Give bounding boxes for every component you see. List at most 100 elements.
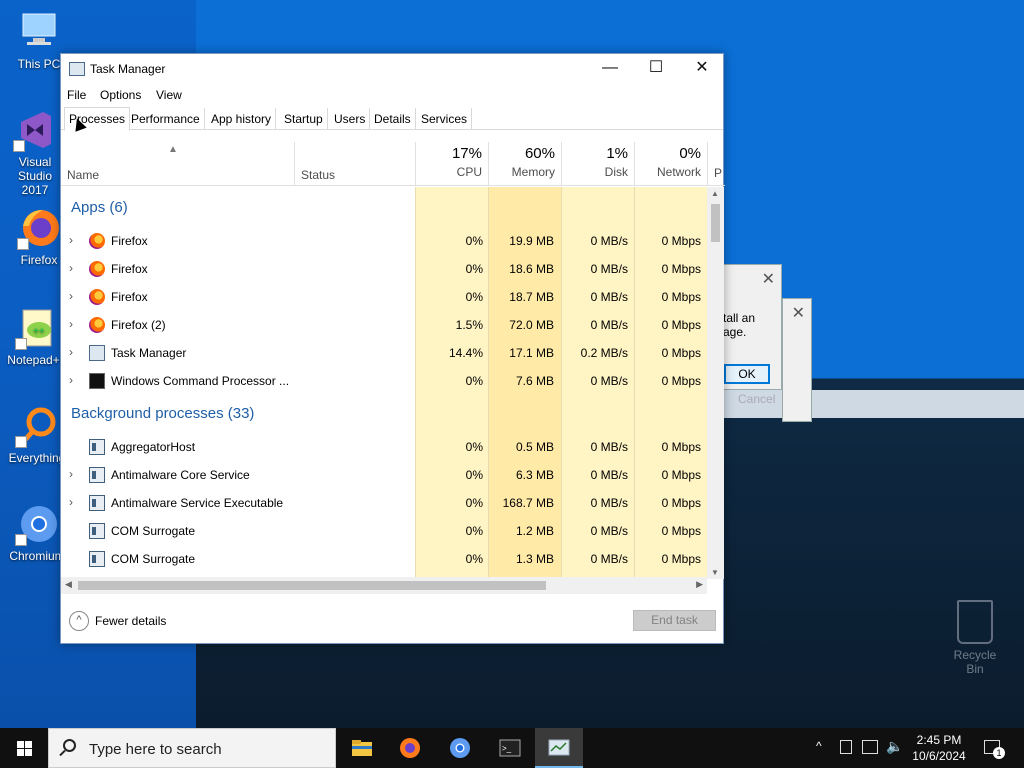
memory-total: 60% (524, 145, 555, 162)
table-row[interactable]: › Windows Command Processor ... 0% 7.6 MB 0 … (61, 367, 707, 395)
network-icon[interactable] (862, 740, 878, 754)
menu-bar: File Options View (61, 84, 723, 106)
taskbar-command-prompt[interactable]: >_ (486, 728, 534, 768)
ok-button[interactable]: OK (724, 364, 770, 384)
start-button[interactable] (0, 728, 48, 768)
desktop-icon-label: Notepad++ (7, 353, 67, 367)
table-row[interactable]: AggregatorHost 0% 0.5 MB 0 MB/s 0 Mbps (61, 433, 707, 461)
fewer-details-link[interactable]: Fewer details (95, 614, 166, 628)
svg-text:++: ++ (33, 326, 45, 337)
tab-performance[interactable]: Performance (127, 108, 205, 130)
network-value: 0 Mbps (661, 318, 701, 332)
desktop-icon-everything[interactable]: Everything (6, 404, 68, 465)
service-icon (89, 495, 105, 511)
scroll-thumb[interactable] (78, 581, 546, 590)
close-icon[interactable]: ✕ (792, 303, 805, 323)
table-row[interactable]: › Antimalware Core Service 0% 6.3 MB 0 MB/s 0… (61, 461, 707, 489)
expand-chevron-icon[interactable]: › (69, 261, 73, 275)
title-bar[interactable]: Task Manager — ☐ ✕ (61, 54, 723, 84)
process-name: Firefox (2) (111, 318, 166, 332)
expand-chevron-icon[interactable]: › (69, 289, 73, 303)
firefox-icon (89, 233, 105, 249)
desktop-icon-label: Visual Studio 2017 (17, 155, 53, 197)
minimize-button[interactable]: — (587, 54, 633, 84)
desktop-icon-chromium[interactable]: Chromium (6, 502, 68, 563)
desktop-icon-visual-studio[interactable]: Visual Studio 2017 (4, 108, 66, 197)
network-value: 0 Mbps (661, 552, 701, 566)
cpu-label: CPU (456, 165, 482, 179)
table-row[interactable]: › Firefox 0% 18.6 MB 0 MB/s 0 Mbps (61, 255, 707, 283)
table-row[interactable]: › Firefox 0% 18.7 MB 0 MB/s 0 Mbps (61, 283, 707, 311)
expand-chevron-icon[interactable]: › (69, 233, 73, 247)
tab-services[interactable]: Services (417, 108, 473, 130)
tab-users[interactable]: Users (330, 108, 371, 130)
scroll-left-icon[interactable]: ◀ (65, 579, 72, 590)
scroll-thumb[interactable] (711, 204, 720, 242)
network-value: 0 Mbps (661, 234, 701, 248)
desktop-icon-label: Everything (8, 451, 66, 465)
tab-startup[interactable]: Startup (280, 108, 328, 130)
search-placeholder: Type here to search (89, 741, 222, 758)
footer: ^ Fewer details End task (61, 599, 723, 643)
menu-view[interactable]: View (156, 88, 182, 102)
close-button[interactable]: ✕ (679, 54, 725, 84)
taskbar-chromium[interactable] (436, 728, 484, 768)
menu-file[interactable]: File (67, 88, 86, 102)
tab-app-history[interactable]: App history (207, 108, 277, 130)
expand-chevron-icon[interactable]: › (69, 317, 73, 331)
tab-details[interactable]: Details (370, 108, 416, 130)
window-title: Task Manager (90, 62, 166, 76)
cpu-value: 0% (465, 496, 483, 510)
network-value: 0 Mbps (661, 496, 701, 510)
table-row[interactable]: COM Surrogate 0% 1.3 MB 0 MB/s 0 Mbps (61, 545, 707, 573)
scroll-right-icon[interactable]: ▶ (696, 579, 703, 590)
chevron-up-icon[interactable]: ^ (69, 611, 89, 631)
column-power[interactable]: P (707, 142, 725, 186)
vertical-scrollbar[interactable]: ▲ ▼ (707, 187, 724, 579)
disk-value: 0 MB/s (590, 524, 628, 538)
expand-chevron-icon[interactable]: › (69, 345, 73, 359)
network-value: 0 Mbps (661, 524, 701, 538)
network-value: 0 Mbps (661, 290, 701, 304)
end-task-button[interactable]: End task (633, 610, 716, 631)
process-name: Firefox (111, 262, 148, 276)
column-cpu[interactable]: 17% CPU (415, 142, 488, 186)
column-memory[interactable]: 60% Memory (488, 142, 561, 186)
expand-chevron-icon[interactable]: › (69, 467, 73, 481)
cancel-button[interactable]: Cancel (738, 392, 775, 406)
table-row[interactable]: COM Surrogate 0% 1.2 MB 0 MB/s 0 Mbps (61, 517, 707, 545)
device-icon[interactable] (840, 740, 852, 754)
taskbar-firefox[interactable] (386, 728, 434, 768)
scroll-down-icon[interactable]: ▼ (711, 568, 719, 577)
desktop-icon-label: Recycle Bin (953, 648, 997, 676)
memory-value: 1.2 MB (515, 524, 554, 538)
table-row[interactable]: › Firefox (2) 1.5% 72.0 MB 0 MB/s 0 Mbps (61, 311, 707, 339)
column-disk[interactable]: 1% Disk (561, 142, 634, 186)
notifications-icon[interactable]: 1 (984, 740, 1005, 759)
menu-options[interactable]: Options (100, 88, 141, 102)
maximize-button[interactable]: ☐ (633, 54, 679, 84)
memory-value: 17.1 MB (509, 346, 554, 360)
column-status-cell[interactable]: Status (294, 142, 415, 186)
taskbar-file-explorer[interactable] (338, 728, 386, 768)
table-row[interactable]: › Antimalware Service Executable 0% 168.7 M… (61, 489, 707, 517)
search-box[interactable]: Type here to search (48, 728, 336, 768)
disk-value: 0 MB/s (590, 262, 628, 276)
taskbar-task-manager[interactable] (535, 728, 583, 768)
clock[interactable]: 2:45 PM 10/6/2024 (900, 732, 978, 764)
desktop-icon-notepad-plus-plus[interactable]: ++ Notepad++ (6, 306, 68, 367)
desktop-icon-recycle-bin[interactable]: Recycle Bin (944, 600, 1006, 676)
column-network[interactable]: 0% Network (634, 142, 707, 186)
process-name: Task Manager (111, 346, 187, 360)
table-row[interactable]: › Task Manager 14.4% 17.1 MB 0.2 MB/s 0 Mbps (61, 339, 707, 367)
task-manager-window: Task Manager — ☐ ✕ File Options View Pro… (60, 53, 725, 644)
close-icon[interactable]: ✕ (762, 269, 775, 289)
scroll-up-icon[interactable]: ▲ (711, 189, 719, 198)
table-row[interactable]: › Firefox 0% 19.9 MB 0 MB/s 0 Mbps (61, 227, 707, 255)
chevron-up-icon[interactable]: ^ (816, 739, 830, 768)
cpu-value: 0% (465, 440, 483, 454)
horizontal-scrollbar[interactable]: ◀ ▶ (61, 577, 707, 594)
expand-chevron-icon[interactable]: › (69, 495, 73, 509)
column-name[interactable]: Name (67, 168, 99, 182)
expand-chevron-icon[interactable]: › (69, 373, 73, 387)
